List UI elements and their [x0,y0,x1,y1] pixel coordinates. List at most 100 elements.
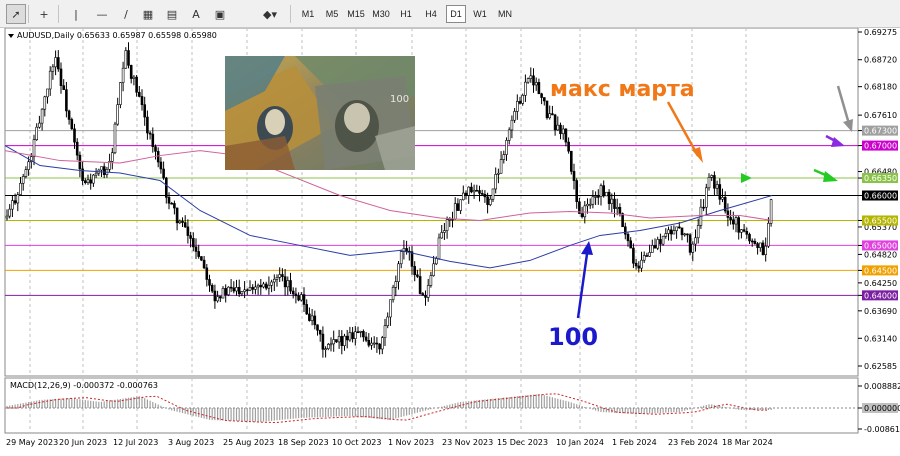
text-label-tool-button[interactable]: ▣ [210,4,230,24]
candle-body [448,218,452,221]
candle-body [267,284,271,289]
candle-body [216,296,219,302]
candle-body [580,213,584,218]
timeframe-w1-button[interactable]: W1 [470,5,490,23]
candle-body [235,287,238,292]
candle-body [383,325,387,338]
candle-body [669,229,673,235]
shapes-tool-button[interactable]: ◆▾ [260,4,280,24]
candle-body [84,180,87,183]
candle-body [340,336,344,346]
crosshair-tool-button[interactable]: + [34,4,54,24]
candle-body [521,95,525,104]
channel-tool-button[interactable]: ▤ [162,4,182,24]
candle-body [731,219,735,225]
candle-body [40,108,44,124]
candle-body [326,344,330,349]
timeframe-m5-button[interactable]: M5 [322,5,342,23]
candle-body [475,189,479,192]
text-tool-icon: A [192,7,200,21]
date-label: 18 Mar 2024 [722,438,773,447]
candle-body [343,335,346,346]
horizontal-line-tool-button[interactable]: — [92,4,112,24]
timeframe-m30-button[interactable]: M30 [370,5,392,23]
march-max-annotation: макс марта [550,77,695,102]
candle-body [359,331,363,333]
candle-body [629,240,633,249]
candle-body [696,225,700,239]
candle-body [642,255,646,261]
candle-body [259,284,263,288]
candle-body [286,280,290,288]
candle-body [5,215,9,219]
candle-body [667,229,670,234]
text-tool-button[interactable]: A [186,4,206,24]
fibonacci-tool-icon: ▦ [142,7,154,21]
candle-body [62,85,66,90]
date-label: 18 Sep 2023 [278,438,329,447]
chart-area[interactable]: 0.69275 0.68720 0.68180 0.67610 0.67300 0.670… [0,27,900,453]
candle-body [748,233,751,242]
timeframe-m15-button[interactable]: M15 [345,5,367,23]
candle-body [129,65,133,79]
candle-body [329,343,333,346]
candle-body [413,266,417,276]
candle-body [227,286,230,296]
candle-body [591,196,595,205]
vertical-line-tool-icon: | [74,7,78,21]
timeframe-h1-button[interactable]: H1 [396,5,416,23]
candle-body [305,304,309,315]
candle-body [734,217,738,225]
candle-body [86,179,90,183]
candle-body [537,82,541,95]
timeframe-d1-button[interactable]: D1 [446,5,466,23]
candle-body [194,246,198,252]
trendline-tool-button[interactable]: / [116,4,136,24]
timeframe-mn-button[interactable]: MN [494,5,516,23]
candle-body [618,206,622,214]
timeframe-h4-button[interactable]: H4 [420,5,442,23]
candle-body [324,348,327,350]
timeframe-m1-button[interactable]: M1 [298,5,318,23]
candle-body [100,166,103,171]
date-label: 10 Jan 2024 [556,438,604,447]
candle-body [556,124,560,131]
candle-body [623,226,627,235]
cursor-tool-button[interactable]: ➚ [6,4,26,24]
candle-body [294,293,298,297]
candle-body [553,114,557,131]
vertical-line-tool-button[interactable]: | [66,4,86,24]
price-tag-label: 0.67000 [864,142,897,151]
candle-body [8,208,11,217]
candle-body [664,233,668,237]
candle-body [499,159,503,174]
svg-text:100: 100 [390,94,409,105]
price-label: 0.69275 [864,28,897,37]
macd-label: MACD(12,26,9) -0.000372 -0.000763 [10,381,158,390]
candle-body [529,75,533,79]
candle-body [488,198,492,205]
fibonacci-tool-button[interactable]: ▦ [138,4,158,24]
candle-body [507,129,511,141]
candle-body [173,203,176,209]
candle-body [140,96,144,106]
candle-body [443,230,446,233]
candle-body [399,251,403,265]
candle-body [753,240,757,244]
candle-body [205,267,209,280]
macd-price-label: 0.000000 [864,404,900,413]
candle-body [718,184,722,200]
candle-body [615,206,619,209]
candle-body [505,140,508,155]
date-label: 3 Aug 2023 [168,438,214,447]
candle-body [92,174,95,184]
candle-body [175,207,179,224]
candle-body [116,104,119,125]
date-label: 15 Dec 2023 [497,438,548,447]
candle-body [143,104,146,118]
candle-body [561,128,565,135]
candle-body [372,342,376,345]
price-label: 0.67610 [864,111,897,120]
price-chart[interactable]: 0.69275 0.68720 0.68180 0.67610 0.67300 0.670… [0,27,900,453]
price-label: 0.64250 [864,279,897,288]
